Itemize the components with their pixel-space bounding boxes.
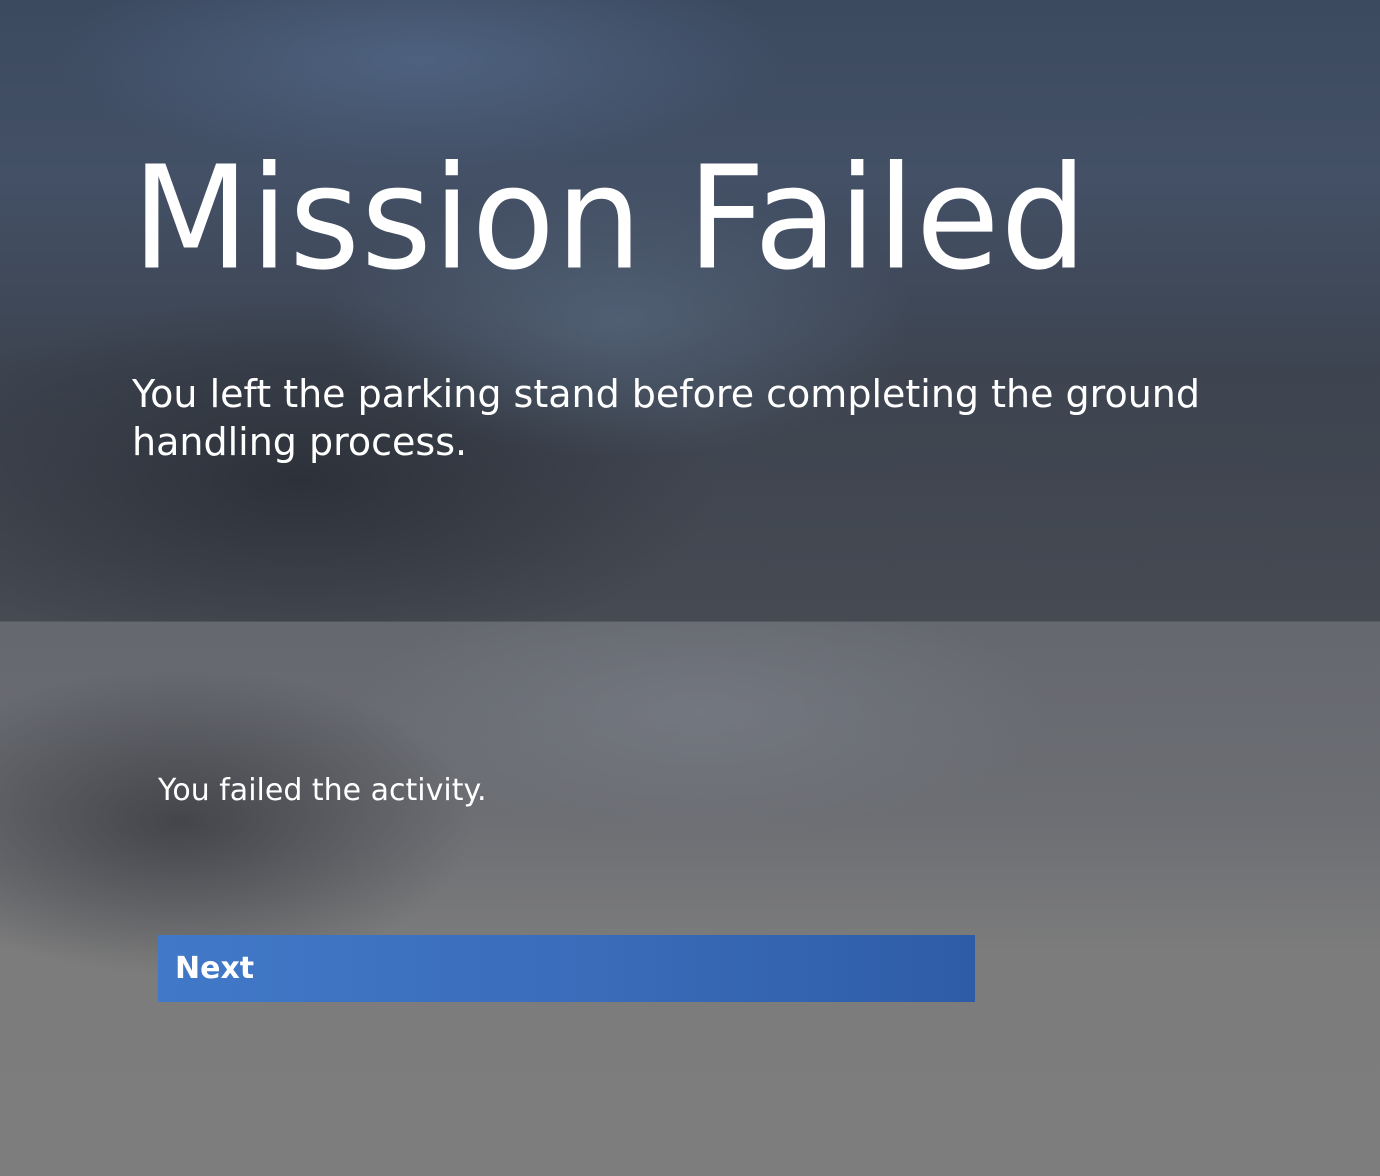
page-title: Mission Failed [132, 136, 1088, 303]
failure-message: You left the parking stand before comple… [132, 372, 1201, 464]
footer-background [0, 622, 1380, 1176]
section-divider [0, 621, 1380, 622]
mission-failed-screen: Mission Failed You left the parking stan… [0, 0, 1380, 1176]
next-button[interactable]: Next [158, 935, 975, 1002]
result-text: You failed the activity. [158, 773, 487, 808]
header-background [0, 0, 1380, 622]
